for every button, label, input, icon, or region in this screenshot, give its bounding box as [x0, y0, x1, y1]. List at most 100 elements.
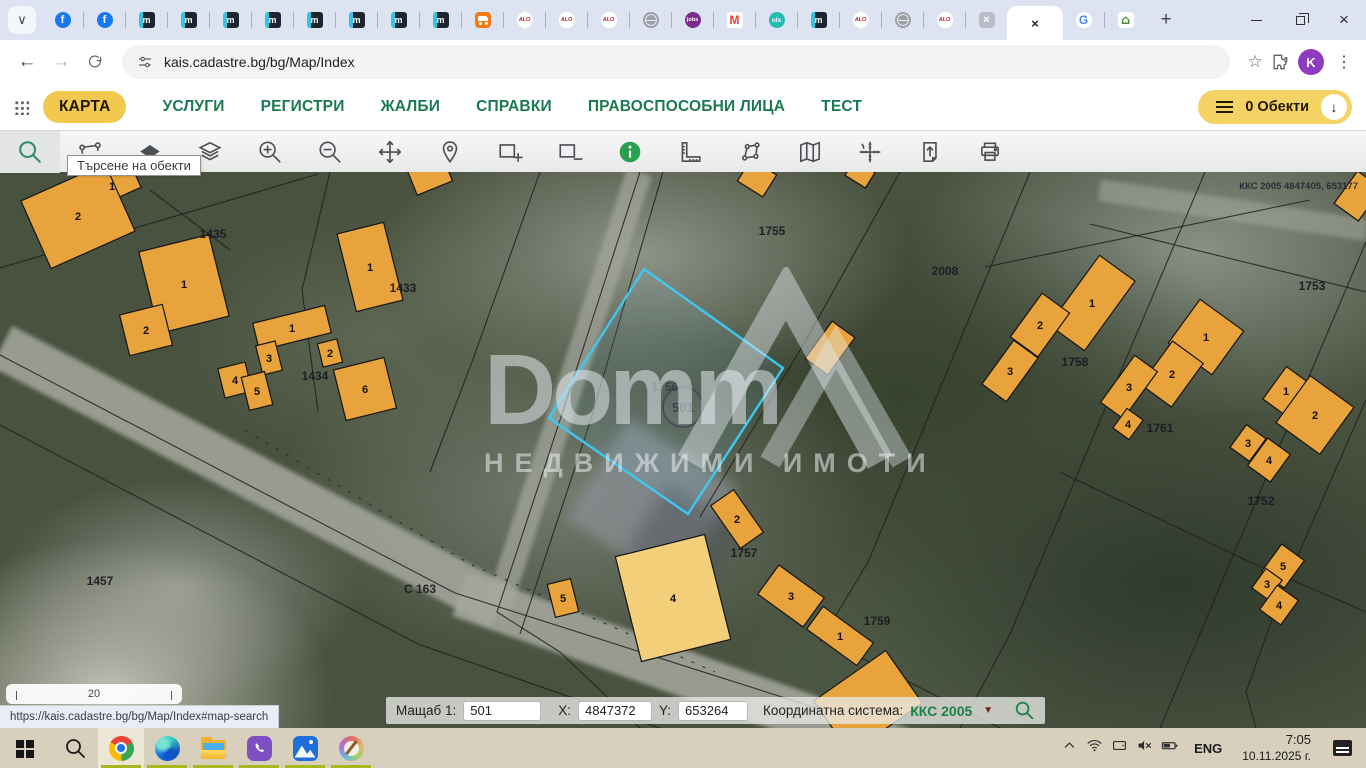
battery-icon[interactable] [1160, 736, 1179, 755]
tool-pan[interactable] [360, 131, 420, 173]
browser-tab[interactable] [462, 0, 503, 40]
building[interactable] [408, 172, 453, 195]
browser-tab[interactable]: G [1063, 0, 1104, 40]
browser-tab[interactable]: × [966, 0, 1007, 40]
building-number: 4 [1276, 600, 1283, 612]
menu-item-тест[interactable]: ТЕСТ [821, 98, 862, 116]
browser-tab[interactable]: m [336, 0, 377, 40]
browser-tab[interactable]: ALO [840, 0, 881, 40]
reload-button[interactable] [78, 45, 112, 79]
volume-muted-icon[interactable] [1135, 736, 1154, 755]
taskbar-chrome-button[interactable] [98, 728, 144, 768]
omnibox[interactable]: kais.cadastre.bg/bg/Map/Index [122, 45, 1230, 79]
objects-button[interactable]: 0 Обекти ↓ [1198, 90, 1352, 124]
wifi-icon[interactable] [1085, 736, 1104, 755]
tab-search-button[interactable]: ∨ [8, 6, 36, 34]
x-coordinate-input[interactable] [578, 701, 652, 721]
taskbar-search-button[interactable] [52, 728, 98, 768]
scale-input[interactable] [463, 701, 541, 721]
browser-tab[interactable]: f [42, 0, 83, 40]
tool-search-objects[interactable] [0, 131, 60, 173]
apps-grid-icon[interactable] [14, 100, 29, 115]
building[interactable] [1334, 172, 1366, 221]
tool-print[interactable] [960, 131, 1020, 173]
browser-tab[interactable]: ALO [924, 0, 965, 40]
browser-tab[interactable]: ALO [504, 0, 545, 40]
browser-tab[interactable]: ALO [546, 0, 587, 40]
taskbar-edge-button[interactable] [144, 728, 190, 768]
taskbar-photos-button[interactable] [282, 728, 328, 768]
tool-ruler[interactable] [660, 131, 720, 173]
imot-favicon: m [811, 12, 827, 28]
browser-tab[interactable]: ⌂ [1105, 0, 1146, 40]
tool-measure-area[interactable] [720, 131, 780, 173]
tool-identify-info[interactable] [600, 131, 660, 173]
menu-item-услуги[interactable]: УСЛУГИ [162, 98, 224, 116]
building[interactable] [845, 172, 875, 188]
language-indicator[interactable]: ENG [1194, 741, 1222, 756]
browser-tab[interactable]: m [294, 0, 335, 40]
tool-map-sheets[interactable] [780, 131, 840, 173]
device-icon[interactable] [1110, 736, 1129, 755]
browser-tab[interactable]: M [714, 0, 755, 40]
action-center-icon[interactable] [1333, 740, 1352, 756]
y-coordinate-input[interactable] [678, 701, 748, 721]
browser-tab[interactable] [882, 0, 923, 40]
forward-button[interactable]: → [44, 45, 78, 79]
taskbar-clock[interactable]: 7:05 10.11.2025 г. [1242, 732, 1311, 763]
restore-button[interactable] [1278, 0, 1322, 40]
taskbar-start-button[interactable] [6, 728, 52, 768]
tool-zoom-out[interactable] [300, 131, 360, 173]
browser-tab-active[interactable]: × [1007, 6, 1063, 40]
taskbar-apps [0, 728, 374, 768]
menu-item-регистри[interactable]: РЕГИСТРИ [261, 98, 345, 116]
browser-tab[interactable]: m [798, 0, 839, 40]
tool-zoom-in[interactable] [240, 131, 300, 173]
site-info-icon[interactable] [136, 53, 154, 71]
screen: ∨ ffmmmmmmmmALOALOALOjobsMolxmALOALO××G⌂… [0, 0, 1366, 768]
browser-tab[interactable]: m [210, 0, 251, 40]
building-number: 4 [1266, 455, 1273, 467]
close-button[interactable]: × [1322, 0, 1366, 40]
tool-zoom-extent-in[interactable] [480, 131, 540, 173]
building[interactable] [737, 172, 776, 197]
chevron-up-icon[interactable] [1060, 736, 1079, 755]
tool-zoom-extent-out[interactable] [540, 131, 600, 173]
crs-value[interactable]: ККС 2005 [910, 703, 972, 719]
extensions-icon[interactable] [1270, 52, 1290, 72]
browser-tab[interactable]: olx [756, 0, 797, 40]
browser-tab[interactable]: jobs [672, 0, 713, 40]
download-arrow-icon[interactable]: ↓ [1321, 94, 1347, 120]
menu-item-правоспособни-лица[interactable]: ПРАВОСПОСОБНИ ЛИЦА [588, 98, 785, 116]
browser-tab[interactable] [630, 0, 671, 40]
menu-item-справки[interactable]: СПРАВКИ [476, 98, 552, 116]
new-tab-button[interactable]: + [1152, 6, 1180, 34]
taskbar-viber-button[interactable] [236, 728, 282, 768]
profile-avatar[interactable]: K [1298, 49, 1324, 75]
browser-tab[interactable]: m [126, 0, 167, 40]
taskbar-explorer-button[interactable] [190, 728, 236, 768]
browser-tab[interactable]: m [168, 0, 209, 40]
browser-tab[interactable]: m [420, 0, 461, 40]
menu-item-карта[interactable]: КАРТА [43, 91, 126, 123]
crs-dropdown-icon[interactable]: ▼ [983, 705, 993, 716]
browser-menu-kebab[interactable]: ⋮ [1332, 52, 1356, 72]
minimize-button[interactable] [1234, 0, 1278, 40]
browser-tab[interactable]: m [252, 0, 293, 40]
statusbar-search-icon[interactable] [1014, 700, 1035, 721]
tool-coordinate-grid[interactable] [840, 131, 900, 173]
bookmark-star-icon[interactable]: ☆ [1240, 52, 1270, 72]
browser-tab[interactable]: f [84, 0, 125, 40]
browser-tab[interactable]: ALO [588, 0, 629, 40]
url-text[interactable]: kais.cadastre.bg/bg/Map/Index [164, 54, 355, 70]
file-explorer-icon [201, 740, 226, 759]
parcel-number: С 163 [404, 582, 436, 596]
map-viewport[interactable]: 501 121212345611231234123453454231 14351… [0, 172, 1366, 728]
tool-export[interactable] [900, 131, 960, 173]
browser-tab[interactable]: m [378, 0, 419, 40]
browser-address-bar: ← → kais.cadastre.bg/bg/Map/Index ☆ K ⋮ [0, 40, 1366, 84]
tool-locate[interactable] [420, 131, 480, 173]
taskbar-paint-button[interactable] [328, 728, 374, 768]
back-button[interactable]: ← [10, 45, 44, 79]
menu-item-жалби[interactable]: ЖАЛБИ [381, 98, 441, 116]
